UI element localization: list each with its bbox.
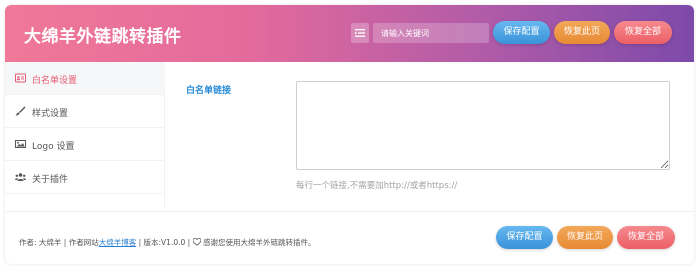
sidebar-item-label: 关于插件 <box>32 175 69 185</box>
author-blog-link[interactable]: 大绵羊博客 <box>99 238 137 247</box>
users-icon <box>15 172 26 182</box>
whitelist-field-label: 白名单链接 <box>186 86 232 96</box>
footer-bar: 作者: 大绵羊 | 作者网站大绵羊博客 | 版本:V1.0.0 | 感谢您使用大… <box>5 211 694 264</box>
search-input[interactable] <box>373 23 489 43</box>
sidebar-item-about[interactable]: 关于插件 <box>5 161 165 194</box>
sidebar-item-logo[interactable]: Logo 设置 <box>5 128 165 161</box>
whitelist-textarea[interactable] <box>296 81 670 170</box>
footer-version: | 版本:V1.0.0 | <box>136 238 193 247</box>
sidebar: 白名单设置 样式设置 Logo 设置 关于插件 <box>5 62 165 207</box>
footer-author: 作者: 大绵羊 | 作者网站 <box>19 238 99 247</box>
sidebar-item-style[interactable]: 样式设置 <box>5 95 165 128</box>
footer-thanks: 感谢您使用大绵羊外链跳转插件。 <box>200 238 316 247</box>
whitelist-hint: 每行一个链接,不需要加http://或者https:// <box>296 181 458 191</box>
footer-restore-all-button[interactable]: 恢复全部 <box>617 226 675 249</box>
app-title: 大绵羊外链跳转插件 <box>24 27 182 47</box>
heart-icon <box>192 237 201 248</box>
image-icon <box>15 139 26 149</box>
footer-save-button[interactable]: 保存配置 <box>496 226 553 249</box>
id-card-icon <box>15 73 26 83</box>
header-restore-page-button[interactable]: 恢复此页 <box>554 21 610 44</box>
header-bar: 大绵羊外链跳转插件 保存配置 恢复此页 恢复全部 <box>5 5 694 62</box>
footer-restore-page-button[interactable]: 恢复此页 <box>557 226 613 249</box>
footer-credits: 作者: 大绵羊 | 作者网站大绵羊博客 | 版本:V1.0.0 | 感谢您使用大… <box>19 237 315 248</box>
header-restore-all-button[interactable]: 恢复全部 <box>614 21 672 44</box>
header-save-button[interactable]: 保存配置 <box>493 21 550 44</box>
menu-icon[interactable] <box>351 23 369 43</box>
brush-icon <box>15 106 26 116</box>
sidebar-item-label: Logo 设置 <box>32 142 75 152</box>
plugin-settings-panel: 大绵羊外链跳转插件 保存配置 恢复此页 恢复全部 <box>5 5 694 264</box>
sidebar-item-label: 样式设置 <box>32 109 69 119</box>
sidebar-item-label: 白名单设置 <box>32 76 78 86</box>
sidebar-item-whitelist[interactable]: 白名单设置 <box>5 62 165 95</box>
